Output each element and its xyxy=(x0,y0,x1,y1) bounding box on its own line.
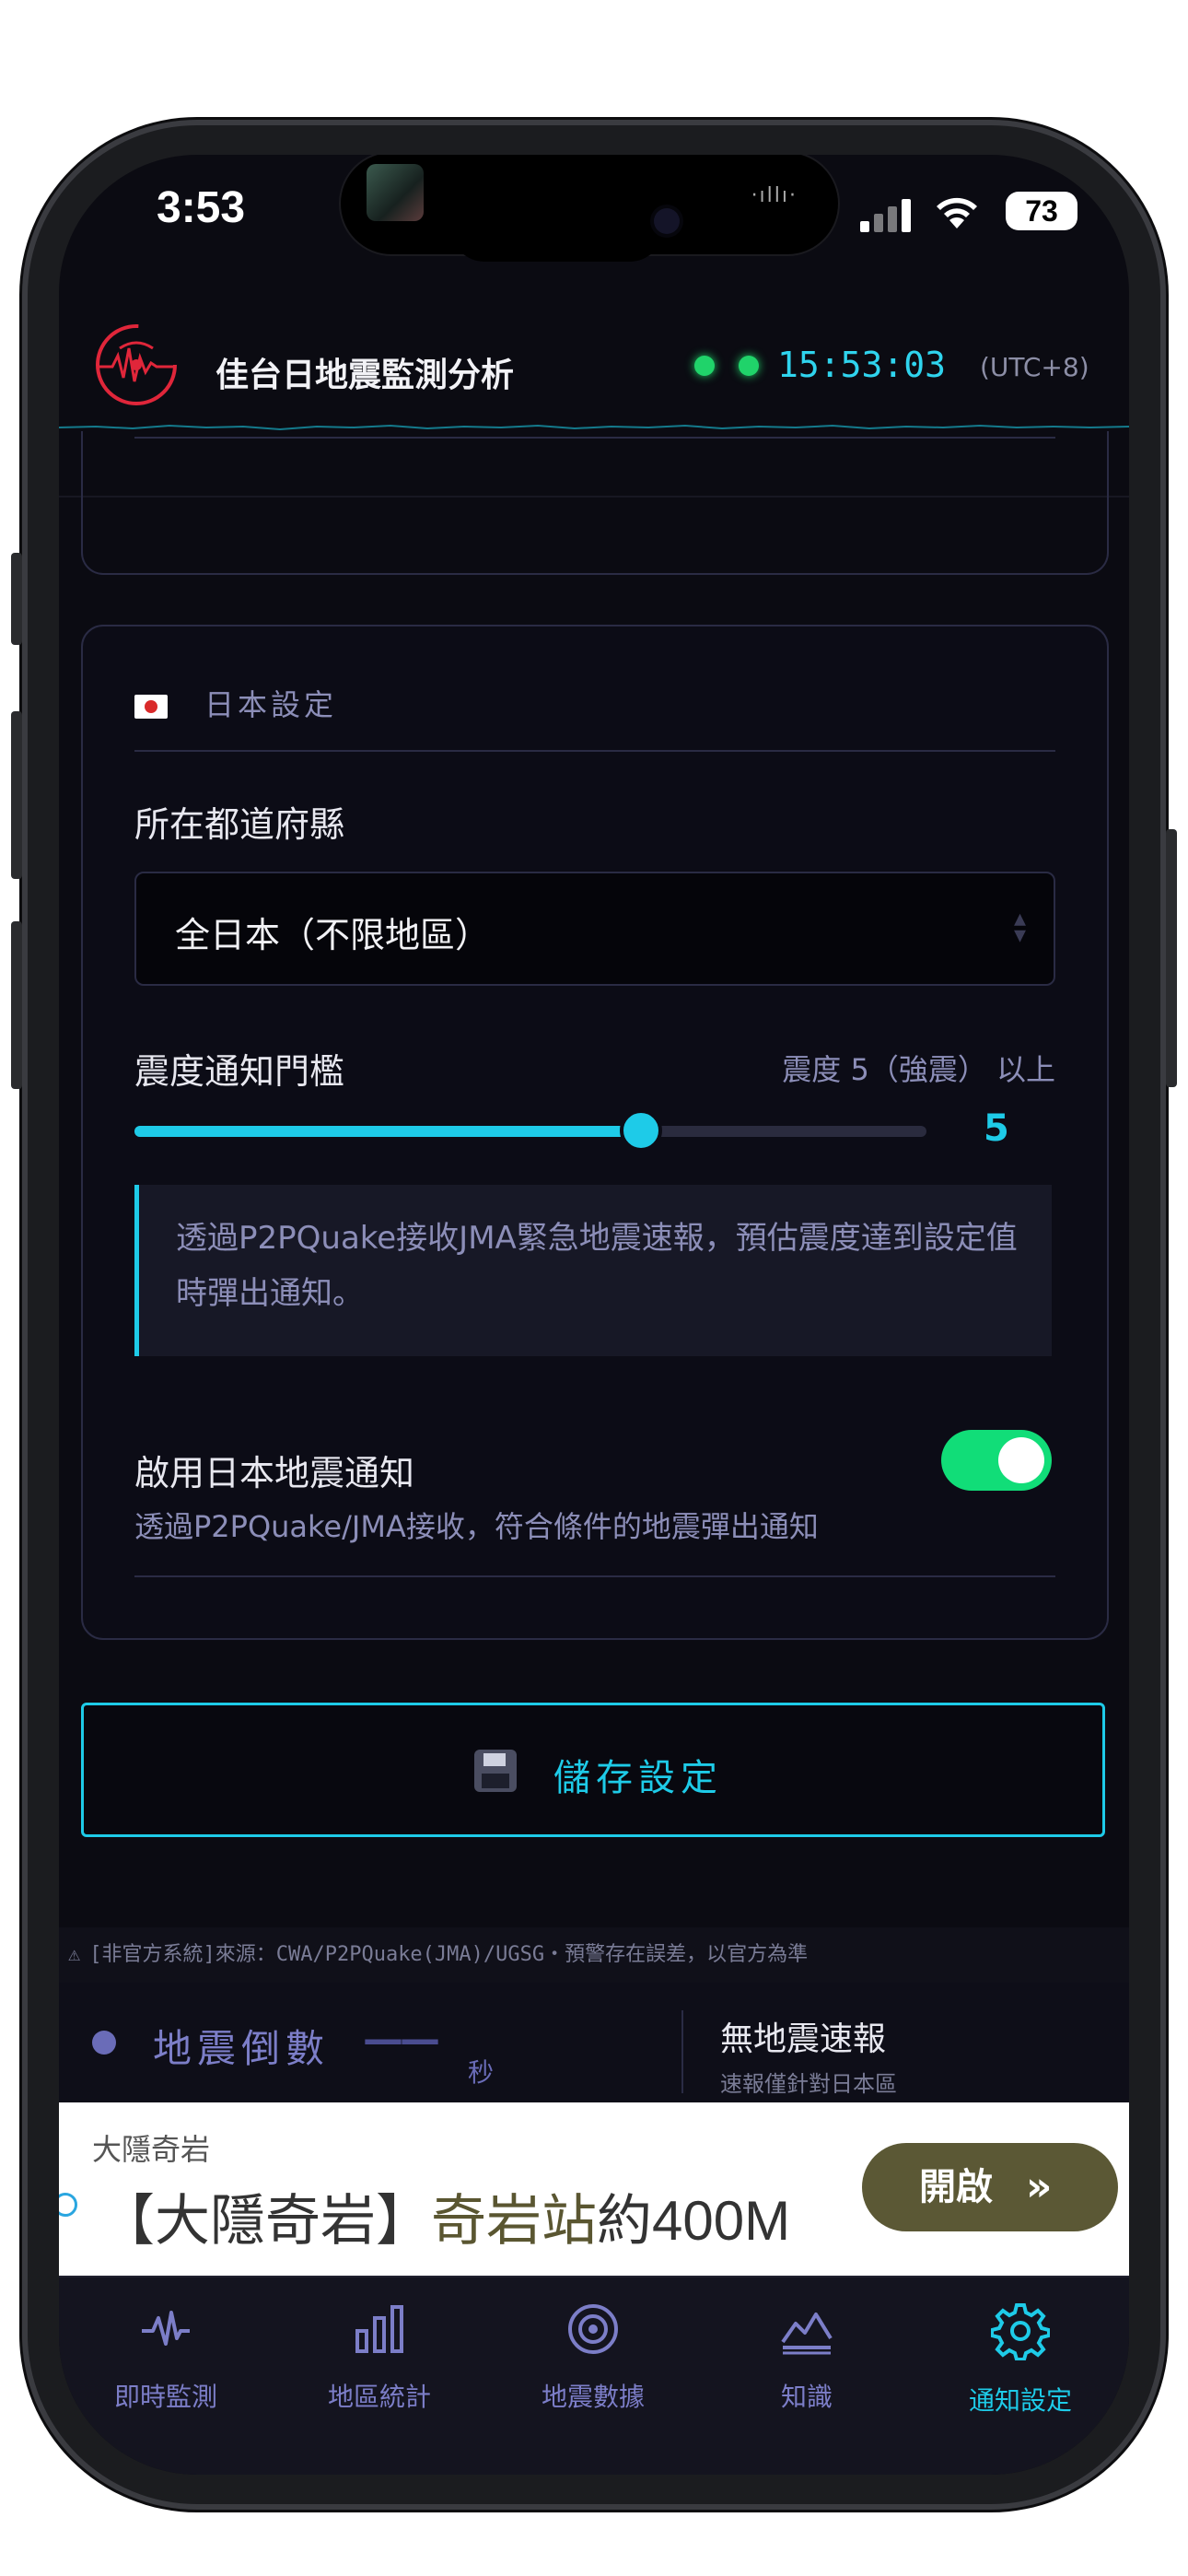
alert-status: 無地震速報 xyxy=(720,2020,887,2058)
warning-icon: ⚠ xyxy=(68,1943,81,1966)
wifi-icon xyxy=(937,197,977,228)
ad-advertiser: 大隱奇岩 xyxy=(92,2132,211,2167)
nav-live-monitor[interactable]: 即時監測 xyxy=(59,2301,273,2430)
nav-quake-data[interactable]: 地震數據 xyxy=(486,2301,700,2430)
toggle-title: 啟用日本地震通知 xyxy=(134,1453,415,1493)
header-timezone: (UTC+8) xyxy=(980,352,1089,382)
dynamic-island[interactable]: ·ıllı· xyxy=(339,155,840,262)
divider xyxy=(134,437,1055,439)
japan-flag-icon xyxy=(134,695,168,719)
app-screen: 3:53 ·ıllı· 73 佳台日地震監測分析 15:53:03 (UTC+8… xyxy=(59,155,1129,2475)
connection-status-dot xyxy=(694,356,715,376)
nav-region-stats[interactable]: 地區統計 xyxy=(273,2301,486,2430)
connection-status-dot-2 xyxy=(739,356,759,376)
bottom-navigation: 即時監測 地區統計 地震數據 知識 通知設定 xyxy=(59,2276,1129,2475)
info-callout: 透過P2PQuake接收JMA緊急地震速報，預估震度達到設定值時彈出通知。 xyxy=(134,1185,1052,1356)
pulse-icon xyxy=(142,2311,190,2346)
ad-info-icon[interactable] xyxy=(59,2193,77,2217)
front-camera xyxy=(654,208,680,234)
japan-settings-card: 日本設定 所在都道府縣 全日本（不限地區） ▴ ▾ 震度通知門檻 震度 5（強震）… xyxy=(81,625,1109,1640)
nav-notification-settings[interactable]: 通知設定 xyxy=(914,2301,1127,2430)
ad-headline-highlight: 奇岩站 xyxy=(431,2190,597,2252)
cellular-signal-icon xyxy=(860,195,915,232)
battery-indicator: 73 xyxy=(1006,192,1077,230)
save-button-label: 儲存設定 xyxy=(553,1757,723,1799)
island-pill xyxy=(451,195,663,262)
ad-button-label: 開啟 xyxy=(919,2166,993,2208)
threshold-description: 震度 5（強震） 以上 xyxy=(782,1052,1055,1087)
header-clock: 15:53:03 xyxy=(777,345,947,385)
ad-open-button[interactable]: 開啟 » xyxy=(862,2143,1118,2231)
side-button-volume-up xyxy=(11,711,22,879)
toggle-subtitle: 透過P2PQuake/JMA接收，符合條件的地震彈出通知 xyxy=(134,1509,819,1544)
ad-headline: 【大隱奇岩】奇岩站約400M xyxy=(99,2176,790,2256)
gear-icon xyxy=(991,2303,1050,2360)
audio-waveform-icon: ·ıllı· xyxy=(751,184,798,207)
countdown-status-dot xyxy=(92,2031,116,2055)
divider xyxy=(134,750,1055,752)
side-button-action xyxy=(11,553,22,645)
countdown-label: 地震倒數 xyxy=(153,2026,331,2071)
threshold-label: 震度通知門檻 xyxy=(134,1051,345,1092)
double-chevron-right-icon: » xyxy=(1026,2163,1053,2210)
now-playing-artwork xyxy=(367,164,424,221)
side-button-power xyxy=(1166,829,1177,1087)
nav-label: 即時監測 xyxy=(113,2382,217,2412)
bar-chart-icon xyxy=(355,2305,403,2353)
section-title: 日本設定 xyxy=(204,687,338,722)
save-settings-button[interactable]: 儲存設定 xyxy=(81,1703,1105,1837)
info-text: 透過P2PQuake接收JMA緊急地震速報，預估震度達到設定值時彈出通知。 xyxy=(176,1220,1018,1312)
area-chart-icon xyxy=(781,2313,833,2355)
disclaimer-bar: ⚠ [非官方系統]來源：CWA/P2PQuake(JMA)/UGSG・預警存在誤差… xyxy=(59,1927,1129,1983)
slider-fill xyxy=(134,1126,642,1137)
side-button-volume-down xyxy=(11,921,22,1089)
prefecture-selected-value: 全日本（不限地區） xyxy=(175,915,491,955)
alert-status-note: 速報僅針對日本區 xyxy=(720,2071,897,2097)
target-icon xyxy=(568,2304,618,2354)
japan-notification-toggle[interactable] xyxy=(941,1430,1052,1491)
nav-label: 通知設定 xyxy=(968,2385,1072,2416)
nav-label: 地區統計 xyxy=(327,2382,431,2412)
previous-settings-card xyxy=(81,431,1109,575)
divider xyxy=(134,1575,1055,1577)
prefecture-label: 所在都道府縣 xyxy=(134,804,345,845)
slider-value: 5 xyxy=(984,1107,1009,1150)
toggle-knob xyxy=(998,1437,1044,1483)
nav-label: 地震數據 xyxy=(541,2382,645,2412)
select-arrows-icon: ▴ ▾ xyxy=(1013,905,1026,949)
status-time: 3:53 xyxy=(157,183,246,232)
prefecture-select[interactable]: 全日本（不限地區） ▴ ▾ xyxy=(134,872,1055,986)
divider xyxy=(681,2010,683,2093)
status-bar: 3:53 ·ıllı· 73 xyxy=(59,155,1129,293)
countdown-unit: 秒 xyxy=(468,2057,495,2088)
disclaimer-text: [非官方系統]來源：CWA/P2PQuake(JMA)/UGSG・預警存在誤差，… xyxy=(89,1943,809,1966)
ad-banner[interactable]: 大隱奇岩 【大隱奇岩】奇岩站約400M 開啟 » xyxy=(59,2102,1129,2276)
nav-label: 知識 xyxy=(780,2382,833,2412)
floppy-disk-icon xyxy=(474,1750,517,1792)
countdown-value: —— xyxy=(363,2016,440,2063)
intensity-slider[interactable] xyxy=(134,1109,926,1152)
earthquake-countdown-bar: 地震倒數 —— 秒 無地震速報 速報僅針對日本區 xyxy=(59,1983,1129,2102)
section-header: 日本設定 xyxy=(134,682,337,724)
slider-handle[interactable] xyxy=(620,1109,663,1152)
nav-knowledge[interactable]: 知識 xyxy=(700,2301,914,2430)
ad-headline-prefix: 【大隱奇岩】 xyxy=(99,2190,431,2252)
ad-headline-suffix: 約400M xyxy=(597,2190,791,2252)
